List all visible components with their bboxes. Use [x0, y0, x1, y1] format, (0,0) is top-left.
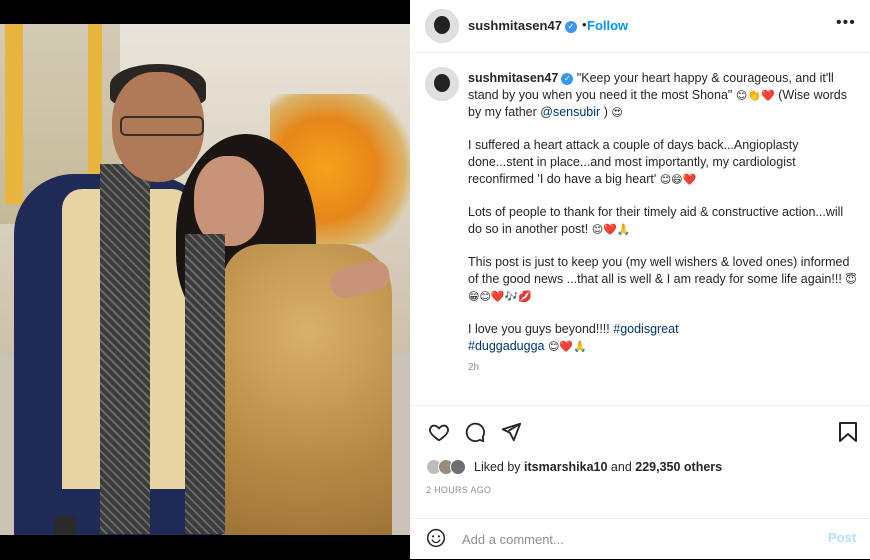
emoji: 😊😄❤️	[659, 173, 697, 186]
emoji: 😊❤️🙏	[591, 223, 631, 236]
emoji: 😊👏❤️	[735, 89, 775, 102]
save-icon[interactable]	[838, 421, 858, 443]
background-pillar	[5, 24, 23, 204]
comment-input[interactable]	[460, 529, 804, 549]
photo-scene	[0, 24, 410, 535]
separator-dot: •	[582, 17, 587, 32]
emoji: 😍	[611, 106, 623, 119]
verified-icon: ✓	[561, 72, 574, 85]
liker-username[interactable]: itsmarshika10	[524, 460, 607, 474]
share-icon[interactable]	[500, 421, 522, 443]
hashtag-link[interactable]: #godisgreat	[613, 322, 678, 336]
woman-face	[194, 156, 264, 246]
caption: sushmitasen47 ✓ "Keep your heart happy & …	[426, 64, 858, 399]
username[interactable]: sushmitasen47 ✓	[468, 18, 577, 33]
emoji-icon[interactable]	[426, 528, 446, 548]
likes-row: Liked by itsmarshika10 and 229,350 other…	[426, 457, 722, 477]
post-timestamp[interactable]: 2 HOURS AGO	[426, 485, 491, 495]
emoji: 😊❤️🙏	[547, 340, 587, 353]
phone-in-hand	[54, 516, 76, 535]
likes-and: and	[610, 460, 632, 474]
avatar[interactable]	[426, 10, 458, 42]
glasses	[120, 116, 204, 136]
photo-bottom-letterbox	[0, 535, 410, 559]
liker-avatar[interactable]	[450, 459, 466, 475]
follow-button[interactable]: Follow	[587, 18, 628, 33]
caption-quote-close: )	[603, 105, 608, 119]
verified-icon: ✓	[564, 20, 577, 33]
username-text[interactable]: sushmitasen47	[468, 18, 562, 33]
mention-link[interactable]: @sensubir	[540, 105, 600, 119]
instagram-post-view: sushmitasen47 ✓ • Follow ••• sushmitasen4…	[0, 0, 870, 559]
likes-text: Liked by itsmarshika10 and 229,350 other…	[474, 460, 722, 474]
caption-username[interactable]: sushmitasen47	[468, 71, 558, 85]
man-scarf	[185, 234, 225, 534]
post-photo[interactable]	[0, 0, 410, 559]
photo-top-letterbox	[0, 0, 410, 24]
hashtag-link[interactable]: #duggadugga	[468, 339, 544, 353]
post-details-panel: sushmitasen47 ✓ • Follow ••• sushmitasen4…	[410, 0, 870, 559]
caption-time: 2h	[468, 362, 480, 373]
man-scarf	[100, 164, 150, 534]
comment-icon[interactable]	[464, 421, 486, 443]
post-header: sushmitasen47 ✓ • Follow •••	[410, 0, 870, 53]
caption-text: sushmitasen47 ✓ "Keep your heart happy & …	[468, 70, 858, 376]
caption-paragraph: I suffered a heart attack a couple of da…	[468, 138, 799, 186]
caption-paragraph: This post is just to keep you (my well w…	[468, 255, 850, 286]
avatar[interactable]	[426, 68, 458, 100]
add-comment-bar: Post	[410, 518, 870, 560]
likes-prefix: Liked by	[474, 460, 521, 474]
likes-count[interactable]: 229,350 others	[635, 460, 722, 474]
post-comment-button[interactable]: Post	[828, 530, 856, 545]
caption-paragraph: I love you guys beyond!!!!	[468, 322, 610, 336]
caption-paragraph: Lots of people to thank for their timely…	[468, 205, 844, 236]
action-bar	[410, 405, 870, 454]
heart-icon[interactable]	[428, 421, 450, 443]
more-icon[interactable]: •••	[836, 14, 856, 32]
